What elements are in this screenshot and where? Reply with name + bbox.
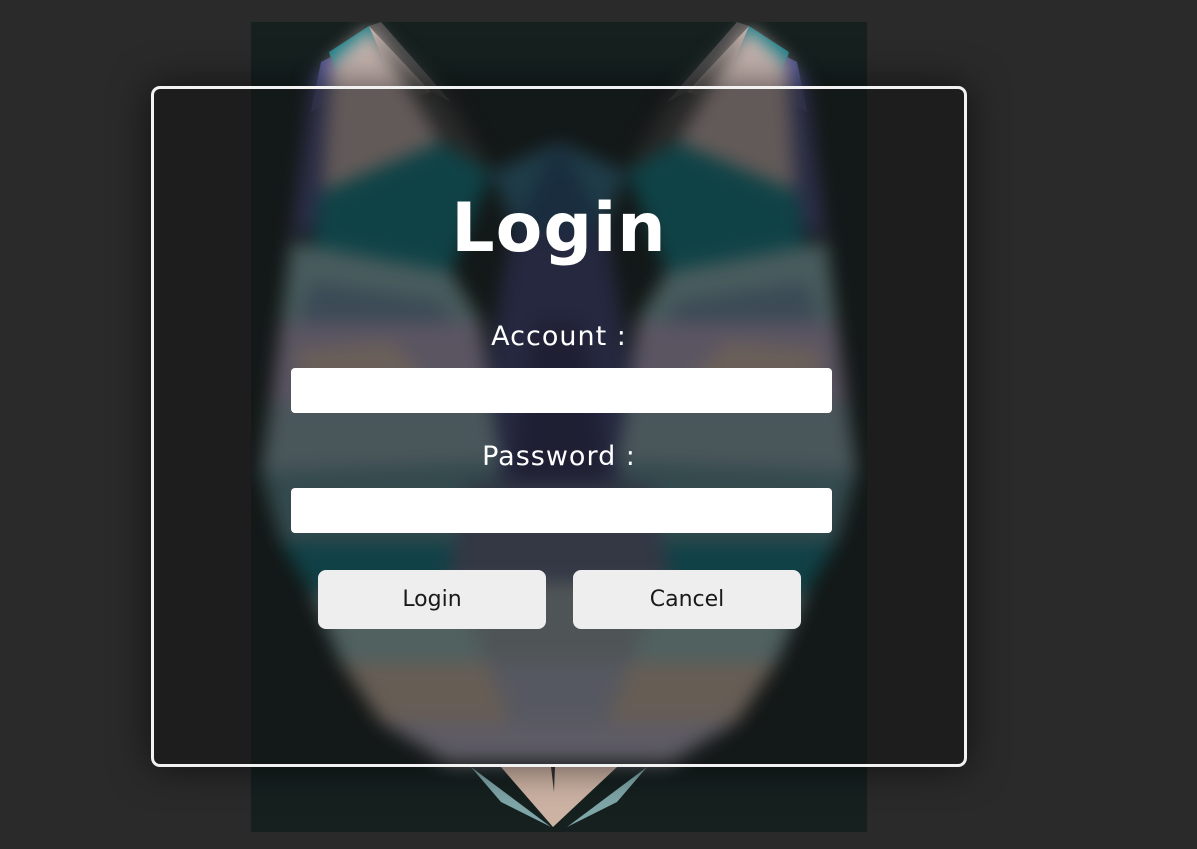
login-dialog: Login Account : Password : Login Cancel — [151, 86, 967, 767]
dialog-title: Login — [451, 189, 667, 268]
password-input[interactable] — [291, 488, 832, 533]
cancel-button[interactable]: Cancel — [573, 570, 801, 629]
account-input[interactable] — [291, 368, 832, 413]
password-label: Password : — [482, 441, 636, 472]
login-button[interactable]: Login — [318, 570, 546, 629]
account-label: Account : — [491, 321, 627, 352]
page-background: Login Account : Password : Login Cancel — [0, 0, 1197, 849]
